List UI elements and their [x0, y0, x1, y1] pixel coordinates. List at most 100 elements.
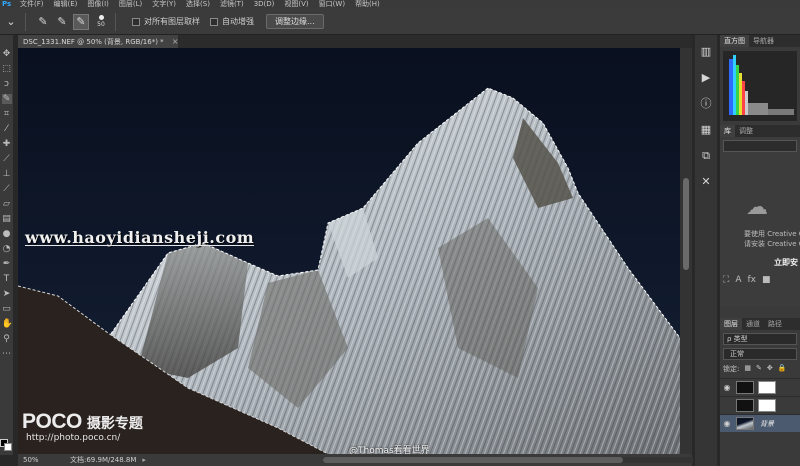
status-menu-arrow-icon[interactable]: ▸	[142, 456, 146, 464]
refine-edge-button[interactable]: 调整边缘...	[266, 14, 324, 29]
histogram-graph	[729, 55, 794, 115]
menu-3d[interactable]: 3D(D)	[254, 0, 275, 9]
tab-paths[interactable]: 路径	[764, 318, 786, 330]
menu-layer[interactable]: 图层(L)	[119, 0, 142, 9]
mountain-photo	[18, 48, 680, 454]
poco-logo: POCO 摄影专题	[22, 410, 143, 434]
zoom-level[interactable]: 50%	[18, 456, 50, 464]
tab-adjustments[interactable]: 调整	[735, 125, 757, 137]
document-tab[interactable]: DSC_1331.NEF @ 50% (背景, RGB/16*) * ×	[18, 35, 178, 48]
background-layer-thumbnail	[736, 417, 754, 430]
tab-library[interactable]: 库	[720, 125, 735, 137]
auto-enhance-option[interactable]: 自动增强	[210, 16, 254, 27]
horizontal-scrollbar[interactable]	[323, 457, 693, 463]
layer-row-background[interactable]: ◉ 背景	[720, 414, 800, 432]
menu-filter[interactable]: 滤镜(T)	[220, 0, 244, 9]
add-graphic-icon[interactable]: ⛶	[723, 275, 729, 285]
pen-tool-icon[interactable]: ✒	[2, 259, 12, 269]
layer-row[interactable]	[720, 396, 800, 414]
tab-histogram[interactable]: 直方图	[720, 35, 749, 47]
layer-mask-thumbnail[interactable]	[758, 381, 776, 394]
gradient-tool-icon[interactable]: ▤	[2, 214, 12, 224]
rectangle-tool-icon[interactable]: ▭	[2, 304, 12, 314]
lock-all-icon[interactable]: 🔒	[778, 364, 787, 374]
menu-bar: Ps 文件(F) 编辑(E) 图像(I) 图层(L) 文字(Y) 选择(S) 滤…	[0, 0, 800, 9]
add-to-selection-brush-icon[interactable]: ✎	[54, 14, 70, 30]
play-icon[interactable]: ▶	[699, 71, 713, 85]
histogram-panel-tabs: 直方图 导航器	[720, 35, 800, 47]
tab-navigator[interactable]: 导航器	[749, 35, 778, 47]
menu-view[interactable]: 视图(V)	[284, 0, 308, 9]
blur-tool-icon[interactable]: ●	[2, 229, 12, 239]
layer-row[interactable]: ◉	[720, 378, 800, 396]
menu-help[interactable]: 帮助(H)	[355, 0, 380, 9]
menu-image[interactable]: 图像(I)	[87, 0, 109, 9]
histogram-dock-icon[interactable]: ▥	[699, 45, 713, 59]
lock-position-icon[interactable]: ✥	[767, 364, 773, 374]
tab-channels[interactable]: 通道	[742, 318, 764, 330]
close-icon[interactable]: ×	[172, 37, 179, 46]
brush-size-value: 50	[97, 21, 105, 28]
more-tools-icon[interactable]: ⋯	[2, 349, 12, 359]
path-selection-tool-icon[interactable]: ➤	[2, 289, 12, 299]
marquee-tool-icon[interactable]: ⬚	[2, 64, 12, 74]
menu-type[interactable]: 文字(Y)	[152, 0, 176, 9]
library-panel-tabs: 库 调整	[720, 125, 800, 137]
clone-stamp-tool-icon[interactable]: ⊥	[2, 169, 12, 179]
clone-source-icon[interactable]: ⧉	[699, 149, 713, 163]
tab-layers[interactable]: 图层	[720, 318, 742, 330]
sample-all-layers-label: 对所有图层取样	[144, 17, 200, 26]
vertical-scroll-thumb[interactable]	[683, 178, 689, 270]
quick-selection-tool-icon[interactable]: ✎	[1, 94, 12, 104]
sample-all-layers-option[interactable]: 对所有图层取样	[132, 16, 200, 27]
layer-mask-thumbnail[interactable]	[758, 399, 776, 412]
photoshop-logo-icon[interactable]: Ps	[2, 0, 12, 9]
history-brush-tool-icon[interactable]: ⟋	[2, 184, 12, 194]
horizontal-scroll-thumb[interactable]	[323, 457, 623, 463]
add-text-icon[interactable]: A	[735, 275, 741, 285]
layer-filter-dropdown[interactable]: ρ 类型	[723, 333, 797, 345]
new-selection-brush-icon[interactable]: ✎	[35, 14, 51, 30]
subtract-from-selection-brush-icon[interactable]: ✎	[73, 13, 89, 30]
menu-window[interactable]: 窗口(W)	[319, 0, 345, 9]
tool-preset-icon[interactable]: ✕	[699, 175, 713, 189]
zoom-tool-icon[interactable]: ⚲	[2, 334, 12, 344]
menu-edit[interactable]: 编辑(E)	[54, 0, 78, 9]
sample-all-layers-checkbox[interactable]	[132, 17, 140, 26]
auto-enhance-checkbox[interactable]	[210, 17, 218, 26]
add-color-icon[interactable]: ■	[762, 275, 771, 285]
histogram-display	[723, 51, 797, 121]
healing-brush-tool-icon[interactable]: ✚	[2, 139, 12, 149]
menu-file[interactable]: 文件(F)	[20, 0, 44, 9]
info-icon[interactable]: ⓘ	[699, 97, 713, 111]
eyedropper-tool-icon[interactable]: ⁄	[2, 124, 12, 134]
layer-thumbnail	[736, 399, 754, 412]
brush-size-picker[interactable]: 50	[93, 12, 109, 32]
vertical-scrollbar[interactable]	[680, 48, 692, 454]
eraser-tool-icon[interactable]: ▱	[2, 199, 12, 209]
hand-tool-icon[interactable]: ✋	[2, 319, 13, 329]
brush-preset-icon[interactable]: ▦	[699, 123, 713, 137]
watermark-url: www.haoyidiansheji.com	[25, 228, 255, 247]
layers-panel-tabs: 图层 通道 路径	[720, 318, 800, 330]
library-dropdown[interactable]	[723, 140, 797, 152]
library-panel: 库 调整 ☁ 要使用 Creative C 请安装 Creative C 立即安…	[720, 125, 800, 307]
visibility-eye-icon[interactable]: ◉	[720, 419, 734, 428]
blend-mode-dropdown[interactable]: 正常	[723, 348, 797, 360]
brush-tool-icon[interactable]: ⟋	[2, 154, 12, 164]
type-tool-icon[interactable]: T	[2, 274, 12, 284]
background-color-swatch[interactable]	[4, 443, 12, 451]
add-style-icon[interactable]: fx	[747, 275, 756, 285]
tool-preset-picker-icon[interactable]: ⌄	[3, 14, 19, 30]
menu-select[interactable]: 选择(S)	[186, 0, 210, 9]
install-now-link[interactable]: 立即安	[774, 257, 798, 268]
lasso-tool-icon[interactable]: ↄ	[2, 79, 12, 89]
dodge-tool-icon[interactable]: ◔	[2, 244, 12, 254]
document-canvas[interactable]: www.haoyidiansheji.com POCO 摄影专题 http://…	[18, 48, 680, 454]
crop-tool-icon[interactable]: ⌗	[2, 109, 12, 119]
lock-pixels-icon[interactable]: ✎	[756, 364, 762, 374]
visibility-eye-icon[interactable]: ◉	[720, 383, 734, 392]
move-tool-icon[interactable]: ✥	[2, 49, 12, 59]
adjustment-layer-thumbnail	[736, 381, 754, 394]
lock-transparency-icon[interactable]: ▦	[744, 364, 751, 374]
